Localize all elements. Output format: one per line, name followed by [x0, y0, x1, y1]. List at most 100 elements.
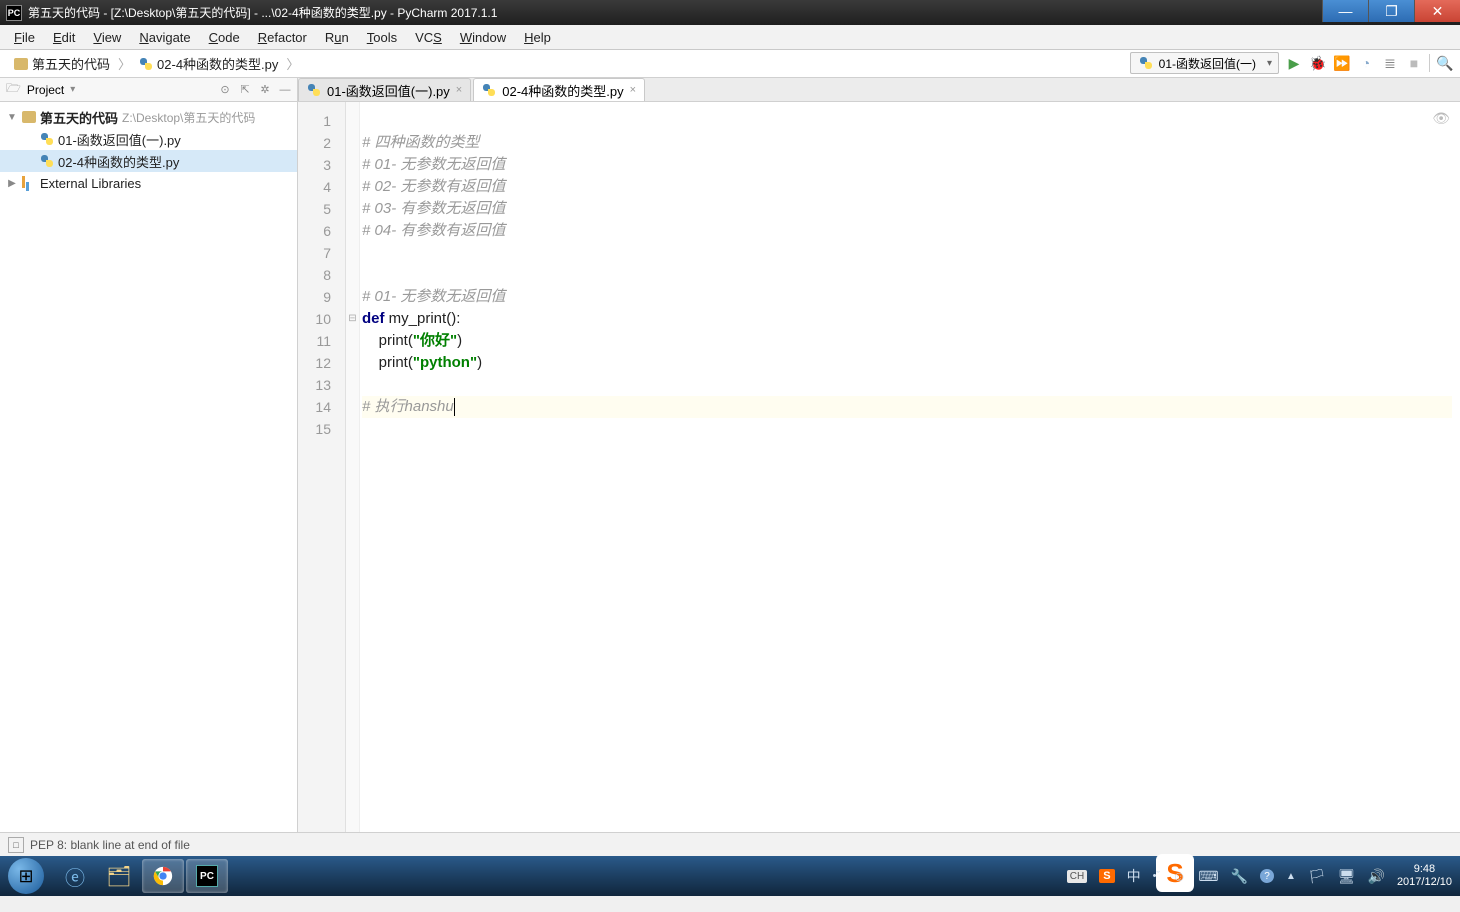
python-file-icon — [40, 154, 54, 168]
maximize-button[interactable]: ❐ — [1368, 0, 1414, 22]
scroll-from-source-icon[interactable]: ⊙ — [217, 82, 233, 98]
system-tray: CH S 中 •ˇ ☺ ⌨ 🔧 ? ▲ 🏳 🖥 🔊 9:48 2017/12/1… — [1067, 856, 1460, 896]
close-tab-icon[interactable]: × — [456, 84, 462, 96]
expand-icon[interactable]: ▼ — [6, 112, 18, 123]
windows-taskbar: ⊞ ⓔ 🗂 PC S CH S 中 •ˇ ☺ ⌨ 🔧 ? ▲ 🏳 🖥 🔊 9:4… — [0, 856, 1460, 896]
folder-icon — [22, 111, 36, 123]
run-button[interactable]: ▶ — [1285, 54, 1303, 72]
menubar: File Edit View Navigate Code Refactor Ru… — [0, 25, 1460, 50]
ime-mode-indicator[interactable]: 中 — [1127, 866, 1141, 886]
window-controls: — ❐ ✕ — [1322, 0, 1460, 22]
ime-tool-icon[interactable]: 🔧 — [1231, 868, 1248, 885]
tree-file[interactable]: 01-函数返回值(一).py — [0, 128, 297, 150]
project-tool-window: 🗁 Project ▾ ⊙ ⇱ ✲ — ▼ 第五天的代码 Z:\Desktop\… — [0, 78, 298, 832]
editor-body[interactable]: 👁 123456789101112131415 ⊟ # 四种函数的类型# 01-… — [298, 102, 1460, 832]
python-file-icon — [1139, 56, 1153, 70]
menu-view[interactable]: View — [85, 27, 129, 48]
menu-navigate[interactable]: Navigate — [131, 27, 198, 48]
editor-tabs: 01-函数返回值(一).py × 02-4种函数的类型.py × — [298, 78, 1460, 102]
settings-icon[interactable]: ✲ — [257, 82, 273, 98]
main-area: 🗁 Project ▾ ⊙ ⇱ ✲ — ▼ 第五天的代码 Z:\Desktop\… — [0, 78, 1460, 832]
status-icon[interactable]: □ — [8, 837, 24, 853]
taskbar-chrome-icon[interactable] — [142, 859, 184, 893]
taskbar-clock[interactable]: 9:48 2017/12/10 — [1397, 863, 1452, 889]
menu-refactor[interactable]: Refactor — [250, 27, 315, 48]
network-icon[interactable]: 🖥 — [1338, 868, 1356, 885]
python-file-icon — [40, 132, 54, 146]
clock-time: 9:48 — [1397, 863, 1452, 876]
inspection-eye-icon[interactable]: 👁 — [1432, 110, 1450, 127]
editor-tab-active[interactable]: 02-4种函数的类型.py × — [473, 78, 645, 101]
ime-sogou-indicator[interactable]: S — [1099, 869, 1114, 883]
minimize-button[interactable]: — — [1322, 0, 1368, 22]
profile-button[interactable]: ◔ — [1357, 54, 1375, 72]
run-config-selector[interactable]: 01-函数返回值(一) — [1130, 52, 1279, 74]
pycharm-logo-icon: PC — [6, 5, 22, 21]
menu-vcs[interactable]: VCS — [407, 27, 450, 48]
taskbar-explorer-icon[interactable]: 🗂 — [98, 859, 140, 893]
collapse-all-icon[interactable]: ⇱ — [237, 82, 253, 98]
ime-emoji-icon[interactable]: ☺ — [1172, 868, 1186, 884]
editor-tab[interactable]: 01-函数返回值(一).py × — [298, 78, 471, 101]
menu-edit[interactable]: Edit — [45, 27, 83, 48]
close-tab-icon[interactable]: × — [630, 84, 636, 96]
navigation-bar: 第五天的代码 〉 02-4种函数的类型.py 〉 01-函数返回值(一) ▶ 🐞… — [0, 50, 1460, 78]
menu-code[interactable]: Code — [201, 27, 248, 48]
tree-file-label: 02-4种函数的类型.py — [58, 152, 179, 171]
breadcrumb-file[interactable]: 02-4种函数的类型.py — [133, 52, 284, 75]
taskbar-ie-icon[interactable]: ⓔ — [54, 859, 96, 893]
run-coverage-button[interactable]: ⏩ — [1333, 54, 1351, 72]
menu-run[interactable]: Run — [317, 27, 357, 48]
menu-window[interactable]: Window — [452, 27, 514, 48]
ime-keyboard-icon[interactable]: ⌨ — [1198, 868, 1218, 885]
ime-punct-indicator[interactable]: •ˇ — [1153, 870, 1161, 882]
attach-button[interactable]: ≣ — [1381, 54, 1399, 72]
ime-lang-indicator[interactable]: CH — [1067, 870, 1087, 883]
menu-file[interactable]: File — [6, 27, 43, 48]
taskbar-pycharm-icon[interactable]: PC — [186, 859, 228, 893]
tree-external-libraries[interactable]: ▶ External Libraries — [0, 172, 297, 194]
python-file-icon — [307, 83, 321, 97]
tree-file-selected[interactable]: 02-4种函数的类型.py — [0, 150, 297, 172]
tab-label: 02-4种函数的类型.py — [502, 81, 623, 100]
tray-expand-icon[interactable]: ▲ — [1286, 871, 1296, 882]
breadcrumb-root[interactable]: 第五天的代码 — [8, 52, 116, 75]
tree-root-label: 第五天的代码 — [40, 108, 118, 127]
folder-icon — [14, 58, 28, 70]
tree-external-label: External Libraries — [40, 176, 141, 191]
breadcrumb-separator: 〉 — [118, 54, 131, 73]
project-tree[interactable]: ▼ 第五天的代码 Z:\Desktop\第五天的代码 01-函数返回值(一).p… — [0, 102, 297, 198]
help-icon[interactable]: ? — [1260, 869, 1274, 883]
close-button[interactable]: ✕ — [1414, 0, 1460, 22]
status-text: PEP 8: blank line at end of file — [30, 838, 190, 852]
menu-help[interactable]: Help — [516, 27, 559, 48]
hide-icon[interactable]: — — [277, 82, 293, 98]
tab-label: 01-函数返回值(一).py — [327, 81, 450, 100]
python-file-icon — [482, 83, 496, 97]
search-everywhere-button[interactable]: 🔍 — [1436, 54, 1454, 72]
line-gutter: 123456789101112131415 — [298, 102, 346, 832]
run-config-label: 01-函数返回值(一) — [1159, 55, 1256, 72]
run-toolbar: 01-函数返回值(一) ▶ 🐞 ⏩ ◔ ≣ ■ 🔍 — [1130, 52, 1454, 74]
project-title: Project — [27, 83, 64, 97]
libraries-icon — [22, 176, 36, 190]
breadcrumb-root-label: 第五天的代码 — [32, 54, 110, 73]
python-file-icon — [139, 57, 153, 71]
menu-tools[interactable]: Tools — [359, 27, 405, 48]
breadcrumb-file-label: 02-4种函数的类型.py — [157, 54, 278, 73]
titlebar: PC 第五天的代码 - [Z:\Desktop\第五天的代码] - ...\02… — [0, 0, 1460, 25]
volume-icon[interactable]: 🔊 — [1368, 868, 1385, 885]
action-center-icon[interactable]: 🏳 — [1308, 868, 1326, 885]
breadcrumb-separator: 〉 — [286, 54, 299, 73]
window-title: 第五天的代码 - [Z:\Desktop\第五天的代码] - ...\02-4种… — [28, 4, 497, 21]
project-header: 🗁 Project ▾ ⊙ ⇱ ✲ — — [0, 78, 297, 102]
start-button[interactable]: ⊞ — [8, 858, 44, 894]
expand-icon[interactable]: ▶ — [6, 178, 18, 189]
tree-project-root[interactable]: ▼ 第五天的代码 Z:\Desktop\第五天的代码 — [0, 106, 297, 128]
project-view-icon[interactable]: 🗁 — [6, 79, 21, 100]
debug-button[interactable]: 🐞 — [1309, 54, 1327, 72]
status-bar: □ PEP 8: blank line at end of file — [0, 832, 1460, 856]
stop-button[interactable]: ■ — [1405, 54, 1423, 72]
code-editor[interactable]: # 四种函数的类型# 01- 无参数无返回值# 02- 无参数有返回值# 03-… — [360, 102, 1460, 832]
fold-column: ⊟ — [346, 102, 360, 832]
